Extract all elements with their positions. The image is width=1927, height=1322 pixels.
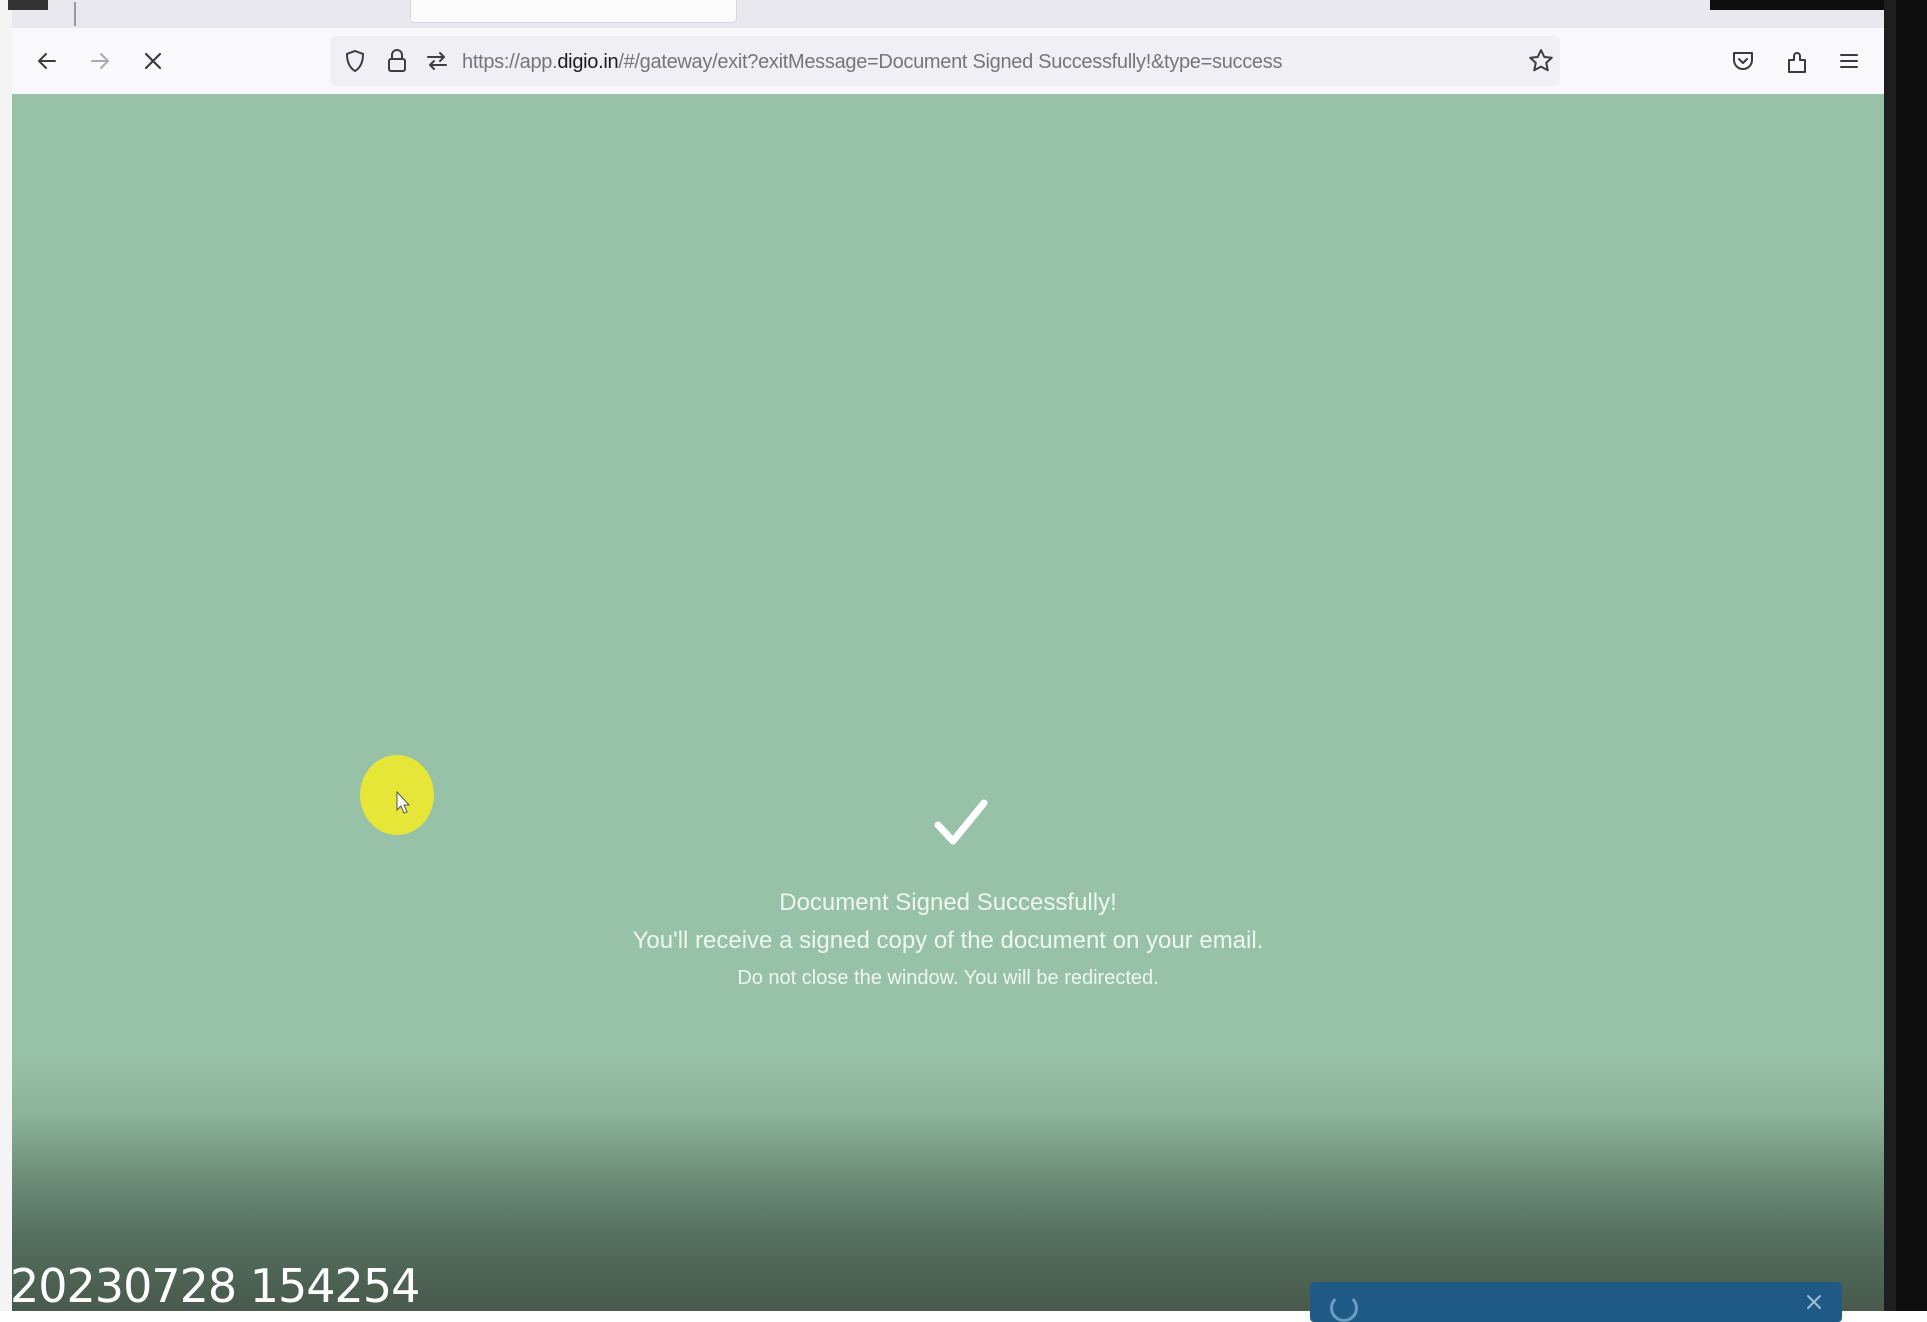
page-viewport: Document Signed Successfully! You'll rec… bbox=[12, 94, 1884, 1311]
top-right-frame-edge bbox=[1710, 0, 1884, 10]
checkmark-icon bbox=[934, 799, 988, 845]
screen-recording-frame: https://app.digio.in/#/gateway/exit?exit… bbox=[0, 0, 1927, 1322]
redirect-note: Do not close the window. You will be red… bbox=[737, 967, 1159, 989]
star-icon bbox=[1529, 49, 1553, 72]
arrow-left-icon bbox=[38, 53, 56, 69]
recording-close-button[interactable] bbox=[1806, 1290, 1822, 1316]
active-tab[interactable] bbox=[410, 0, 737, 23]
recording-spinner-icon bbox=[1330, 1294, 1358, 1322]
close-icon bbox=[1807, 1295, 1821, 1309]
extensions-button[interactable] bbox=[1780, 44, 1814, 78]
extensions-icon bbox=[1788, 52, 1806, 73]
mouse-pointer-icon bbox=[396, 791, 410, 814]
right-frame-edge-inner bbox=[1884, 0, 1896, 1311]
lock-icon bbox=[388, 49, 406, 72]
url-host: digio.in bbox=[557, 51, 619, 73]
url-path: /#/gateway/exit?exitMessage=Document Sig… bbox=[618, 51, 1283, 73]
site-security-button[interactable] bbox=[382, 46, 412, 76]
top-left-frame-edge bbox=[8, 0, 48, 10]
url-prefix: https://app. bbox=[462, 51, 558, 73]
tab-separator bbox=[74, 2, 76, 26]
pocket-icon bbox=[1733, 52, 1753, 70]
hamburger-menu-icon bbox=[1840, 54, 1858, 68]
pocket-button[interactable] bbox=[1726, 44, 1760, 78]
bookmark-button[interactable] bbox=[1526, 46, 1556, 76]
back-button[interactable] bbox=[30, 44, 64, 78]
permissions-button[interactable] bbox=[422, 46, 452, 76]
arrow-right-icon bbox=[91, 53, 109, 69]
success-title: Document Signed Successfully! bbox=[779, 889, 1117, 916]
shield-icon bbox=[345, 49, 365, 73]
permissions-icon bbox=[427, 52, 447, 70]
recording-notification bbox=[1310, 1282, 1842, 1322]
close-icon bbox=[144, 52, 162, 70]
recording-timestamp: 20230728 154254 bbox=[10, 1259, 420, 1313]
left-frame-edge bbox=[0, 0, 12, 1311]
app-menu-button[interactable] bbox=[1832, 44, 1866, 78]
url-text[interactable]: https://app.digio.in/#/gateway/exit?exit… bbox=[462, 49, 1282, 75]
email-note: You'll receive a signed copy of the docu… bbox=[632, 927, 1264, 954]
tracking-protection-button[interactable] bbox=[340, 46, 370, 76]
forward-button[interactable] bbox=[83, 44, 117, 78]
tab-strip bbox=[12, 0, 1884, 28]
stop-loading-button[interactable] bbox=[136, 44, 170, 78]
